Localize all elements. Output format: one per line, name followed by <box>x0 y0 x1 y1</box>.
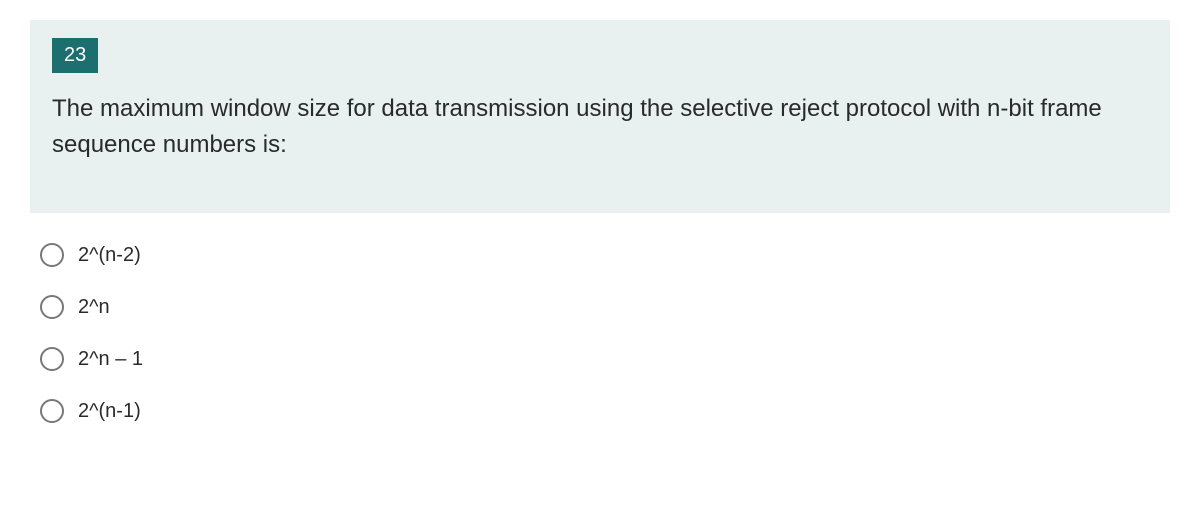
radio-icon[interactable] <box>40 399 64 423</box>
radio-icon[interactable] <box>40 295 64 319</box>
option-item[interactable]: 2^n – 1 <box>40 347 1160 371</box>
radio-icon[interactable] <box>40 347 64 371</box>
question-header: 23 The maximum window size for data tran… <box>30 20 1170 213</box>
option-label: 2^n – 1 <box>78 348 143 371</box>
option-label: 2^(n-1) <box>78 400 141 423</box>
option-label: 2^(n-2) <box>78 244 141 267</box>
option-item[interactable]: 2^(n-1) <box>40 399 1160 423</box>
question-text: The maximum window size for data transmi… <box>52 91 1148 163</box>
radio-icon[interactable] <box>40 243 64 267</box>
option-item[interactable]: 2^(n-2) <box>40 243 1160 267</box>
options-list: 2^(n-2) 2^n 2^n – 1 2^(n-1) <box>30 213 1170 461</box>
question-number-badge: 23 <box>52 38 98 73</box>
option-label: 2^n <box>78 296 110 319</box>
option-item[interactable]: 2^n <box>40 295 1160 319</box>
